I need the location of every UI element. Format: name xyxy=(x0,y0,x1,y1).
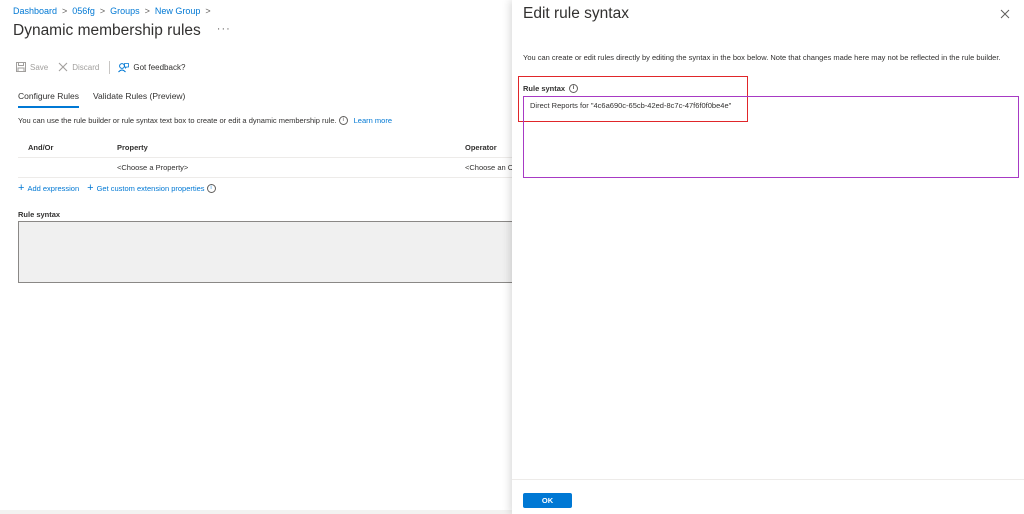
close-button[interactable] xyxy=(998,7,1012,21)
save-button[interactable]: Save xyxy=(16,62,48,72)
breadcrumb: Dashboard > 056fg > Groups > New Group > xyxy=(13,6,211,16)
breadcrumb-separator: > xyxy=(205,6,211,16)
main-page: Dashboard > 056fg > Groups > New Group >… xyxy=(0,0,512,514)
tab-configure-rules[interactable]: Configure Rules xyxy=(18,91,79,108)
breadcrumb-groups[interactable]: Groups xyxy=(110,6,140,16)
page-title: Dynamic membership rules ··· xyxy=(13,22,231,40)
plus-icon: + xyxy=(18,182,25,194)
horizontal-scrollbar[interactable] xyxy=(0,510,512,514)
breadcrumb-new-group[interactable]: New Group xyxy=(155,6,201,16)
feedback-icon xyxy=(118,62,130,72)
intro-text: You can use the rule builder or rule syn… xyxy=(18,116,392,125)
close-icon xyxy=(1000,9,1010,19)
save-icon xyxy=(16,62,26,72)
add-expression-label: Add expression xyxy=(27,183,80,193)
add-expression-link[interactable]: + Add expression xyxy=(18,182,80,194)
learn-more-link[interactable]: Learn more xyxy=(354,116,392,125)
breadcrumb-dashboard[interactable]: Dashboard xyxy=(13,6,57,16)
column-header-operator: Operator xyxy=(465,143,497,152)
breadcrumb-separator: > xyxy=(62,6,68,16)
info-icon[interactable]: i xyxy=(206,183,216,193)
tab-bar: Configure Rules Validate Rules (Preview) xyxy=(18,91,199,108)
feedback-label: Got feedback? xyxy=(133,62,186,72)
close-icon xyxy=(58,62,68,72)
column-header-property: Property xyxy=(117,143,148,152)
rule-syntax-label: Rule syntax xyxy=(18,210,61,219)
intro-description: You can use the rule builder or rule syn… xyxy=(18,116,337,125)
panel-rule-syntax-label-text: Rule syntax xyxy=(523,84,566,93)
more-options-button[interactable]: ··· xyxy=(217,23,231,35)
table-row: <Choose a Property> <Choose an Operator> xyxy=(18,158,512,178)
custom-extension-label: Get custom extension properties xyxy=(96,183,205,193)
toolbar: Save Discard Got feedback? xyxy=(16,60,195,74)
save-label: Save xyxy=(30,62,49,72)
panel-footer: OK xyxy=(512,479,1024,514)
get-custom-extension-link[interactable]: + Get custom extension properties i xyxy=(87,182,216,194)
rule-syntax-readonly-box xyxy=(18,221,512,283)
rule-syntax-textarea[interactable]: Direct Reports for "4c6a690c-65cb-42ed-8… xyxy=(523,96,1019,178)
breadcrumb-tenant[interactable]: 056fg xyxy=(72,6,95,16)
breadcrumb-separator: > xyxy=(144,6,150,16)
info-icon[interactable]: i xyxy=(569,84,579,93)
info-icon[interactable]: i xyxy=(338,116,348,125)
operator-dropdown[interactable]: <Choose an Operator> xyxy=(465,163,512,172)
ok-button[interactable]: OK xyxy=(523,493,572,508)
plus-icon: + xyxy=(87,182,94,194)
expression-links: + Add expression + Get custom extension … xyxy=(18,182,224,194)
discard-label: Discard xyxy=(72,62,100,72)
edit-rule-syntax-panel: Edit rule syntax You can create or edit … xyxy=(512,0,1024,514)
table-header: And/Or Property Operator xyxy=(18,138,512,158)
discard-button[interactable]: Discard xyxy=(58,62,99,72)
toolbar-divider xyxy=(109,60,111,74)
feedback-button[interactable]: Got feedback? xyxy=(118,62,185,73)
property-dropdown[interactable]: <Choose a Property> xyxy=(117,163,465,172)
column-header-and-or: And/Or xyxy=(28,143,54,152)
breadcrumb-separator: > xyxy=(99,6,106,16)
page-title-text: Dynamic membership rules xyxy=(13,22,201,39)
rule-builder-table: And/Or Property Operator <Choose a Prope… xyxy=(18,138,512,178)
tab-validate-rules[interactable]: Validate Rules (Preview) xyxy=(93,91,185,108)
panel-title: Edit rule syntax xyxy=(523,5,629,22)
panel-description: You can create or edit rules directly by… xyxy=(523,53,1001,62)
panel-rule-syntax-label: Rule syntax i xyxy=(523,84,579,93)
